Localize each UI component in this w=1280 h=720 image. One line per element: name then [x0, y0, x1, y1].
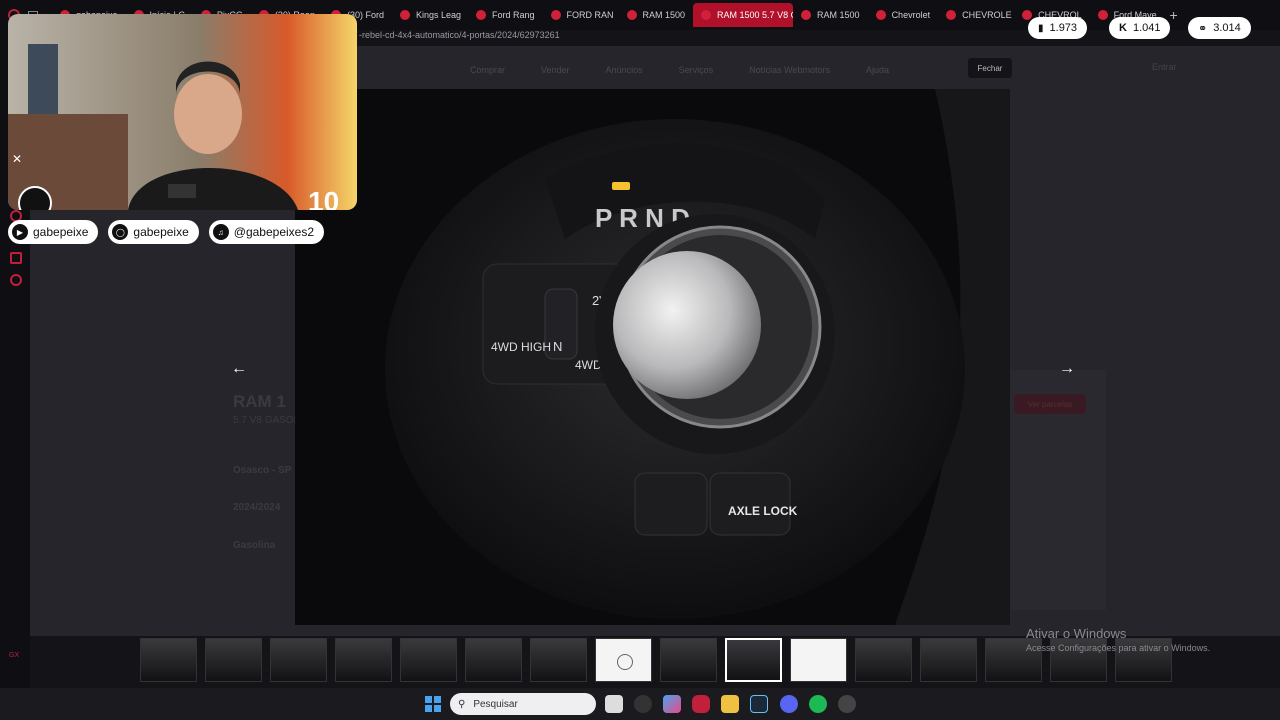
- gallery-thumbnail[interactable]: [725, 638, 782, 682]
- nav-ajuda[interactable]: Ajuda: [866, 65, 889, 75]
- listing-title: RAM 1: [233, 392, 286, 411]
- browser-tab[interactable]: Chevrolet: [868, 3, 939, 27]
- tab-favicon-icon: [626, 10, 637, 20]
- tab-favicon-icon: [1097, 10, 1108, 20]
- total-viewer-count: ⚭ 3.014: [1188, 17, 1251, 39]
- gallery-thumbnail[interactable]: [790, 638, 847, 682]
- spotify-icon[interactable]: [809, 695, 827, 713]
- tab-label: RAM 1500 5.7 V8 G: [717, 10, 794, 20]
- tab-label: FORD RAN: [566, 10, 614, 20]
- nav-comprar[interactable]: Comprar: [470, 65, 505, 75]
- nav-servicos[interactable]: Serviços: [679, 65, 714, 75]
- tab-favicon-icon: [946, 10, 957, 20]
- youtube-icon: ▶: [12, 224, 28, 240]
- tab-favicon-icon: [875, 10, 886, 20]
- drive-selector-photo: P R N D N 2WD 4WD HIGH 4WD LOW AXLE LOCK: [295, 89, 1010, 625]
- login-link[interactable]: Entrar: [1152, 62, 1177, 72]
- taskbar-search[interactable]: ⚲ Pesquisar: [450, 693, 596, 715]
- browser-tab[interactable]: RAM 1500: [619, 3, 694, 27]
- gallery-thumbnail[interactable]: [140, 638, 197, 682]
- browser-tab[interactable]: FORD RAN: [543, 3, 619, 27]
- browser-tab[interactable]: RAM 1500: [793, 3, 868, 27]
- twitch-icon: ▮: [1038, 22, 1044, 34]
- streamer-webcam-image: [8, 14, 357, 210]
- close-overlay-icon[interactable]: ✕: [12, 152, 22, 166]
- tab-label: Chevrolet: [891, 10, 931, 20]
- webcam-overlay: 10: [8, 14, 357, 210]
- close-gallery-button[interactable]: Fechar: [968, 58, 1012, 78]
- search-icon: ⚲: [458, 698, 466, 710]
- tab-favicon-icon: [475, 10, 486, 20]
- listing-location: Osasco - SP: [233, 465, 292, 476]
- youtube-handle: ▶ gabepeixe: [8, 220, 99, 244]
- social-links: ▶ gabepeixe ◯ gabepeixe ♫ @gabepeixes2: [8, 220, 325, 244]
- nav-noticias[interactable]: Notícias Webmotors: [749, 65, 830, 75]
- task-view-icon[interactable]: [605, 695, 623, 713]
- gallery-thumbnail[interactable]: [595, 638, 652, 682]
- thumbnail-strip: [140, 638, 1172, 684]
- axle-lock-label: AXLE LOCK: [728, 504, 798, 518]
- instagram-handle: ◯ gabepeixe: [108, 220, 199, 244]
- tab-favicon-icon: [1022, 10, 1033, 20]
- listing-subtitle: 5.7 V8 GASOL: [233, 415, 300, 426]
- gallery-thumbnail[interactable]: [335, 638, 392, 682]
- gallery-thumbnail[interactable]: [205, 638, 262, 682]
- tab-label: RAM 1500: [817, 10, 860, 20]
- tab-favicon-icon: [550, 10, 561, 20]
- gallery-thumbnail[interactable]: [855, 638, 912, 682]
- gx-label: GX: [9, 652, 20, 659]
- globe-icon: ⚭: [1198, 22, 1208, 35]
- browser-tab[interactable]: RAM 1500 5.7 V8 G: [693, 3, 794, 27]
- app-icon-2[interactable]: [663, 695, 681, 713]
- tiktok-icon: ♫: [212, 224, 229, 240]
- arrow-left-icon[interactable]: ←: [226, 356, 252, 382]
- listing-fuel: Gasolina: [233, 540, 276, 551]
- listing-year: 2024/2024: [233, 502, 281, 513]
- start-button[interactable]: [425, 696, 441, 712]
- installments-button[interactable]: Ver parcelas: [1014, 394, 1086, 414]
- app-icon-1[interactable]: [634, 695, 652, 713]
- sidebar-settings-icon[interactable]: [10, 274, 22, 286]
- windows-activation-watermark: Ativar o Windows Acesse Configurações pa…: [1026, 626, 1211, 653]
- browser-tab[interactable]: Kings Leag: [392, 3, 468, 27]
- file-explorer-icon[interactable]: [721, 695, 739, 713]
- loading-ring-icon: [617, 654, 633, 670]
- tab-favicon-icon: [701, 10, 712, 20]
- arrow-right-icon[interactable]: →: [1054, 356, 1080, 382]
- tiktok-handle: ♫ @gabepeixes2: [208, 220, 325, 244]
- gallery-thumbnail[interactable]: [270, 638, 327, 682]
- tab-label: Ford Rang: [491, 10, 535, 20]
- gallery-thumbnail[interactable]: [660, 638, 717, 682]
- stream-badge: 10: [308, 186, 340, 210]
- svg-text:N: N: [553, 339, 562, 354]
- gallery-thumbnail[interactable]: [400, 638, 457, 682]
- obs-icon[interactable]: [838, 695, 856, 713]
- gallery-thumbnail[interactable]: [465, 638, 522, 682]
- gallery-thumbnail[interactable]: [920, 638, 977, 682]
- tab-favicon-icon: [801, 10, 812, 20]
- screen: gabepeixeInício | CPixCG(30) Rean(30) Fo…: [0, 0, 1280, 720]
- browser-tab[interactable]: CHEVROLE: [938, 3, 1014, 27]
- sidebar-home-icon[interactable]: [10, 252, 22, 264]
- instagram-icon: ◯: [112, 224, 129, 240]
- tab-label: Kings Leag: [415, 10, 462, 20]
- tab-label: CHEVROLE: [962, 10, 1012, 20]
- tab-label: RAM 1500: [642, 10, 686, 20]
- discord-icon[interactable]: [780, 695, 798, 713]
- nav-anuncios[interactable]: Anúncios: [606, 65, 643, 75]
- drive-mode-knob: [613, 251, 761, 399]
- steam-icon[interactable]: [750, 695, 768, 713]
- gallery-photo: P R N D N 2WD 4WD HIGH 4WD LOW AXLE LOCK: [295, 89, 1010, 625]
- tab-favicon-icon: [399, 10, 410, 20]
- kick-viewer-count: K 1.041: [1109, 17, 1171, 39]
- opera-gx-taskbar-icon[interactable]: [692, 695, 710, 713]
- twitch-viewer-count: ▮ 1.973: [1028, 17, 1088, 39]
- gallery-thumbnail[interactable]: [530, 638, 587, 682]
- kick-icon: K: [1119, 22, 1127, 34]
- nav-vender[interactable]: Vender: [541, 65, 570, 75]
- svg-text:4WD HIGH: 4WD HIGH: [491, 340, 551, 354]
- browser-tab[interactable]: Ford Rang: [468, 3, 543, 27]
